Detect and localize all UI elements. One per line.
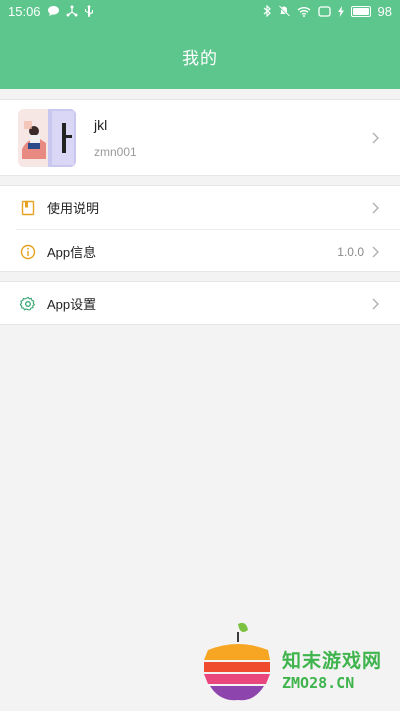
bluetooth-icon [263,5,271,17]
book-icon [20,200,36,216]
menu-item-label: App设置 [47,297,97,312]
muted-bell-icon [277,5,290,17]
chevron-right-icon [370,201,380,215]
avatar[interactable] [18,109,76,167]
chevron-right-icon [370,245,380,259]
username: jkl [94,117,108,133]
user-id: zmn001 [94,145,137,159]
clock: 15:06 [8,3,41,19]
usb-icon [84,4,94,18]
app-header: 15:06 98 我的 [0,0,400,89]
menu-group-info: 使用说明 App信息 1.0.0 [0,185,400,272]
menu-item-app-settings[interactable]: App设置 [0,282,400,325]
menu-item-app-info[interactable]: App信息 1.0.0 [0,230,400,273]
battery-icon [350,5,371,17]
menu-group-settings: App设置 [0,281,400,325]
screen-icon [317,5,331,17]
page-title: 我的 [182,49,218,68]
menu-item-instructions[interactable]: 使用说明 [0,186,400,229]
chevron-right-icon [370,297,380,311]
info-icon [20,244,36,260]
gear-icon [19,296,36,312]
watermark-text: 知末游戏网 [282,651,383,672]
chevron-right-icon [370,131,380,145]
chat-bubble-icon [47,5,60,17]
menu-item-label: App信息 [47,245,97,260]
watermark: 知末游戏网 ZMO28.CN [198,620,400,711]
battery-level: 98 [377,3,392,19]
status-bar: 15:06 98 [0,0,400,22]
watermark-url: ZMO28.CN [282,674,355,692]
menu-item-label: 使用说明 [47,201,100,216]
apple-logo-icon [204,622,270,701]
profile-card[interactable] [0,99,400,176]
app-version: 1.0.0 [337,244,364,259]
share-icon [66,5,78,17]
charging-icon [337,5,344,17]
wifi-icon [297,6,311,17]
